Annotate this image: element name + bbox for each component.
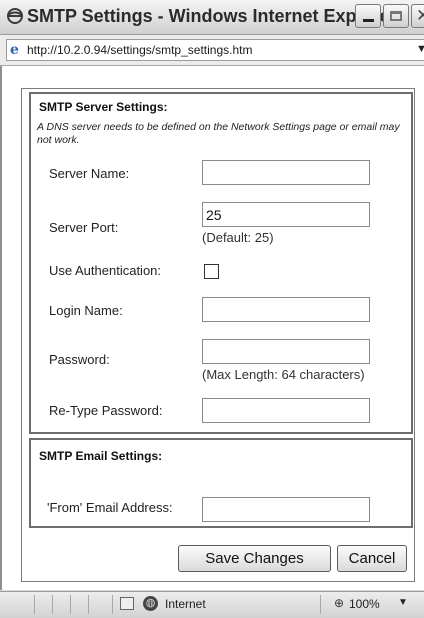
login-name-label: Login Name:: [49, 303, 123, 318]
status-divider: [318, 595, 321, 614]
email-section-title: SMTP Email Settings:: [39, 449, 163, 463]
zoom-dropdown-icon[interactable]: ▼: [398, 597, 408, 608]
login-name-input[interactable]: [202, 297, 370, 322]
title-bar: SMTP Settings - Windows Internet Explore…: [0, 0, 424, 35]
minimize-button[interactable]: [355, 4, 381, 28]
maximize-button[interactable]: [383, 4, 409, 28]
password-input[interactable]: [202, 339, 370, 364]
status-bar: ◍ Internet ⊕ 100% ▼: [0, 591, 424, 618]
dns-note: A DNS server needs to be defined on the …: [37, 121, 400, 146]
zoom-icon[interactable]: ⊕: [334, 596, 344, 610]
server-section-title: SMTP Server Settings:: [39, 100, 168, 114]
page-icon: e: [10, 42, 19, 58]
retype-password-input[interactable]: [202, 398, 370, 423]
status-cell: [52, 595, 71, 614]
minimize-icon: [363, 19, 374, 22]
globe-icon: ◍: [143, 596, 158, 611]
status-cell: [70, 595, 89, 614]
server-port-input[interactable]: [202, 202, 370, 227]
use-authentication-label: Use Authentication:: [49, 263, 162, 278]
window-title: SMTP Settings - Windows Internet Explore…: [27, 6, 397, 26]
address-dropdown-icon[interactable]: ▼: [416, 43, 424, 55]
password-hint: (Max Length: 64 characters): [202, 367, 365, 382]
address-url[interactable]: http://10.2.0.94/settings/smtp_settings.…: [27, 43, 252, 57]
server-port-label: Server Port:: [49, 220, 119, 235]
password-label: Password:: [49, 352, 110, 367]
ie-logo-icon: [7, 8, 23, 24]
use-authentication-checkbox[interactable]: [204, 264, 219, 279]
save-changes-button[interactable]: Save Changes: [178, 545, 331, 572]
smtp-server-settings-section: SMTP Server Settings: A DNS server needs…: [29, 92, 413, 434]
retype-password-label: Re-Type Password:: [49, 403, 163, 418]
status-cell: [34, 595, 53, 614]
protected-mode-icon[interactable]: [120, 597, 134, 610]
browser-window: SMTP Settings - Windows Internet Explore…: [0, 0, 424, 618]
address-bar: e http://10.2.0.94/settings/smtp_setting…: [0, 35, 424, 66]
cancel-button[interactable]: Cancel: [337, 545, 407, 572]
server-name-input[interactable]: [202, 160, 370, 185]
server-name-label: Server Name:: [49, 166, 130, 181]
security-zone[interactable]: Internet: [165, 597, 206, 611]
smtp-email-settings-section: SMTP Email Settings: 'From' Email Addres…: [29, 438, 413, 528]
close-button[interactable]: ✕: [411, 4, 424, 28]
maximize-icon: [390, 11, 402, 21]
zoom-level[interactable]: 100%: [349, 597, 380, 611]
status-cell: [0, 595, 35, 614]
from-email-label: 'From' Email Address:: [47, 500, 173, 515]
status-cell: [88, 595, 113, 614]
address-field[interactable]: e http://10.2.0.94/settings/smtp_setting…: [6, 39, 424, 61]
server-port-hint: (Default: 25): [202, 230, 274, 245]
close-icon: ✕: [416, 6, 424, 25]
from-email-input[interactable]: [202, 497, 370, 522]
